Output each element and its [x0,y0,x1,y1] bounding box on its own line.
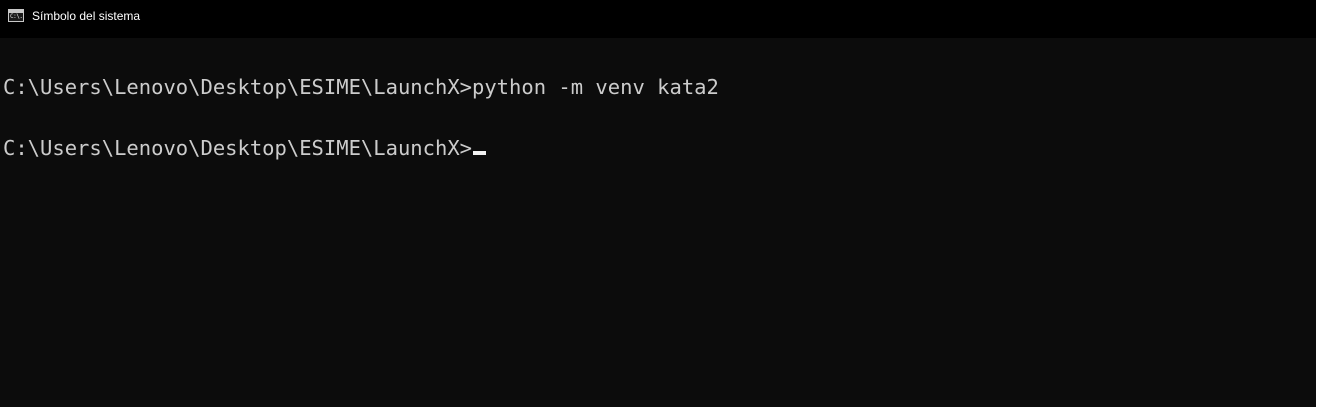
window-edge [1316,0,1321,407]
cmd-icon[interactable]: C:\. [8,9,24,22]
console-line: C:\Users\Lenovo\Desktop\ESIME\LaunchX> [3,134,486,162]
prompt-path: C:\Users\Lenovo\Desktop\ESIME\LaunchX> [3,75,472,99]
text-cursor [473,151,486,155]
command-text: python -m venv kata2 [472,75,719,99]
prompt-path: C:\Users\Lenovo\Desktop\ESIME\LaunchX> [3,136,472,160]
command-prompt-window: C:\. Símbolo del sistema C:\Users\Lenovo… [0,0,1316,407]
console-output[interactable]: C:\Users\Lenovo\Desktop\ESIME\LaunchX>py… [0,38,1316,407]
title-bar[interactable]: C:\. Símbolo del sistema [0,0,1316,38]
console-line: C:\Users\Lenovo\Desktop\ESIME\LaunchX>py… [3,73,719,101]
window-title: Símbolo del sistema [32,9,141,23]
cmd-icon-glyph: C:\. [10,13,23,20]
